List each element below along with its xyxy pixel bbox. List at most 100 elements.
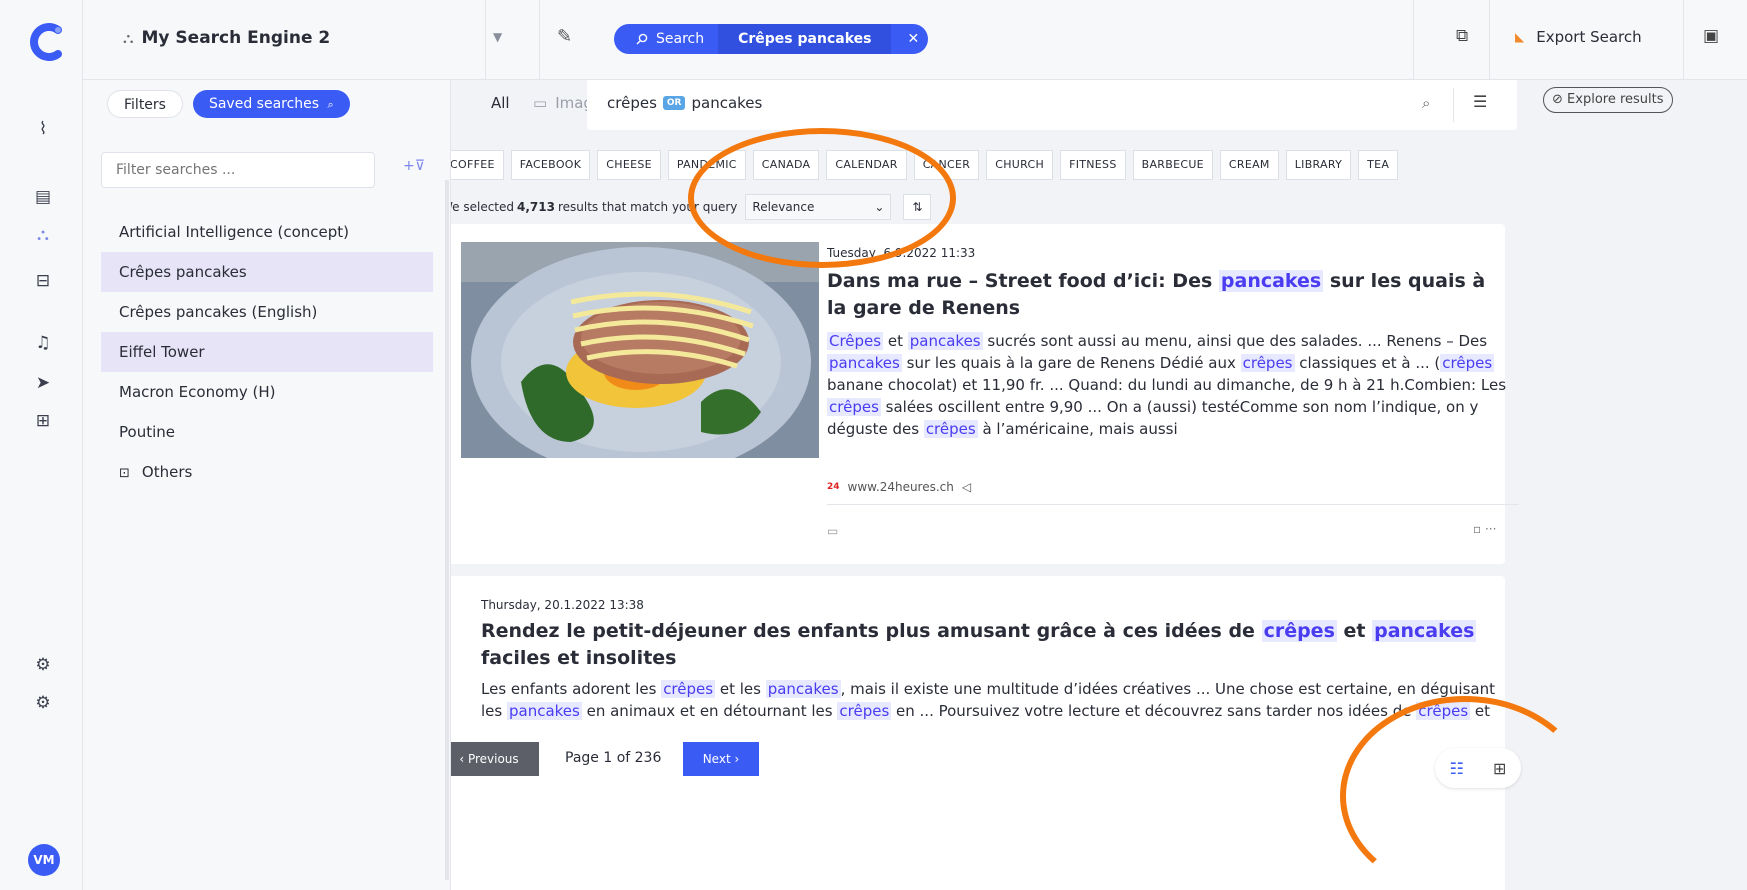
query-text[interactable]: crêpes OR pancakes (607, 94, 762, 112)
top-bar: ⛬ My Search Engine 2 ▼ ✎ Search Crêpes pa… (83, 0, 1747, 80)
activity-icon[interactable]: ⌇ (30, 116, 56, 142)
tab-saved-searches[interactable]: Saved searches ⌕ (192, 90, 350, 118)
count-suffix: results that match your query (557, 200, 738, 214)
snippet-text: et (883, 332, 908, 350)
tab-filters[interactable]: Filters (107, 90, 183, 118)
source-favicon: 24 (827, 482, 840, 492)
saved-search-item[interactable]: Poutine (101, 412, 433, 452)
filter-searches-input[interactable] (101, 152, 375, 188)
sidebar-scrollbar[interactable] (445, 180, 449, 880)
snippet-text: et les (715, 680, 766, 698)
topic-chips: COFFEE FACEBOOK CHEESE PANDEMIC CANADA C… (451, 150, 1399, 180)
tab-saved-label: Saved searches (208, 96, 320, 112)
query-operator-badge[interactable]: OR (662, 96, 686, 110)
save-icon[interactable]: ▣ (1703, 26, 1719, 46)
topic-chip[interactable]: CHURCH (986, 150, 1054, 180)
saved-search-item[interactable]: Macron Economy (H) (101, 372, 433, 412)
next-page-button[interactable]: Next › (683, 742, 759, 776)
settings-icon[interactable]: ⚙ (30, 652, 56, 678)
search-icon (636, 33, 648, 45)
list-view-icon[interactable]: ☷ (1450, 759, 1464, 778)
explore-icon: ⊘ (1552, 92, 1563, 107)
share-icon[interactable]: ⧉ (1456, 26, 1468, 46)
highlight-term: crêpes (1440, 354, 1495, 372)
saved-search-item[interactable]: Artificial Intelligence (concept) (101, 212, 433, 252)
sort-direction-button[interactable]: ⇅ (903, 194, 932, 220)
saved-search-folder[interactable]: ⊡ Others (101, 452, 433, 492)
engine-selector[interactable]: ⛬ My Search Engine 2 (123, 28, 330, 48)
title-text: Dans ma rue – Street food d’ici: Des (827, 270, 1219, 292)
results-panel: All ▭ Images crêpes OR pancakes ⌕ ☰ ⊘ Exp… (451, 80, 1747, 890)
topic-chip[interactable]: CANADA (752, 150, 820, 180)
result-title[interactable]: Rendez le petit-déjeuner des enfants plu… (481, 618, 1501, 672)
snippet-text: à l’américaine, mais aussi (977, 420, 1178, 438)
archive-icon[interactable]: ⊟ (30, 268, 56, 294)
settings-alt-icon[interactable]: ⚙ (30, 690, 56, 716)
highlight-term: pancakes (765, 680, 841, 698)
export-label: Export Search (1536, 28, 1642, 46)
result-snippet: Les enfants adorent les crêpes et les pa… (481, 678, 1501, 722)
search-pill-term[interactable]: Crêpes pancakes (718, 24, 892, 54)
close-icon[interactable]: ✕ (891, 31, 919, 47)
topic-chip[interactable]: BARBECUE (1132, 150, 1213, 180)
topic-chip[interactable]: TEA (1358, 150, 1399, 180)
add-saved-search-icon[interactable]: +⊽ (403, 158, 425, 174)
engine-icon: ⛬ (123, 29, 134, 47)
result-title[interactable]: Dans ma rue – Street food d’ici: Des pan… (827, 268, 1503, 322)
saved-search-item[interactable]: Crêpes pancakes (English) (101, 292, 433, 332)
topic-chip[interactable]: LIBRARY (1285, 150, 1352, 180)
result-source[interactable]: 24 www.24heures.ch ◁ (827, 480, 971, 494)
source-domain[interactable]: www.24heures.ch (848, 480, 954, 494)
topic-chip[interactable]: CREAM (1219, 150, 1279, 180)
icon-rail: ⌇ ▤ ⛬ ⊟ ♫ ➤ ⊞ ⚙ ⚙ VM (0, 0, 83, 890)
topic-chip[interactable]: FACEBOOK (510, 150, 591, 180)
saved-search-item[interactable]: Crêpes pancakes (101, 252, 433, 292)
topic-chip[interactable]: FITNESS (1060, 150, 1126, 180)
search-pill-label[interactable]: Search (614, 31, 718, 47)
title-text: faciles et insolites (481, 647, 677, 669)
grid-icon[interactable]: ⊞ (30, 408, 56, 434)
logo-icon[interactable] (28, 22, 64, 62)
result-thumbnail[interactable] (461, 242, 819, 458)
search-engine-icon[interactable]: ⛬ (30, 222, 56, 248)
explore-label: Explore results (1567, 92, 1664, 107)
grid-view-icon[interactable]: ⊞ (1493, 759, 1506, 778)
highlight-term: pancakes (1372, 620, 1477, 642)
chevron-down-icon[interactable]: ▼ (493, 30, 502, 44)
highlight-term: Crêpes (827, 332, 884, 350)
edit-icon[interactable]: ✎ (557, 26, 572, 47)
snippet-text: et (1470, 702, 1491, 720)
saved-search-item[interactable]: Eiffel Tower (101, 332, 433, 372)
search-query-box[interactable]: crêpes OR pancakes ⌕ ☰ (587, 80, 1517, 130)
export-search-button[interactable]: ◣ Export Search (1515, 28, 1642, 46)
calendar-icon[interactable]: ▭ (827, 524, 838, 538)
search-icon[interactable]: ⌕ (1422, 94, 1430, 112)
sidebar-tabs: Filters Saved searches ⌕ (107, 90, 350, 118)
layers-icon[interactable]: ▤ (30, 184, 56, 210)
tab-all[interactable]: All (491, 94, 510, 112)
divider (827, 504, 1519, 505)
bell-icon[interactable]: ♫ (30, 330, 56, 356)
speaker-icon[interactable]: ◁ (962, 480, 971, 494)
topic-chip[interactable]: CHEESE (597, 150, 661, 180)
send-icon[interactable]: ➤ (30, 370, 56, 396)
sliders-icon[interactable]: ☰ (1473, 92, 1487, 111)
snippet-text: classiques et à ... ( (1294, 354, 1441, 372)
avatar[interactable]: VM (28, 844, 60, 876)
topic-chip[interactable]: COFFEE (451, 150, 504, 180)
topic-chip[interactable]: CANCER (913, 150, 980, 180)
topic-chip[interactable]: CALENDAR (826, 150, 907, 180)
pagination: ‹ Previous Page 1 of 236 Next › (451, 742, 1747, 802)
more-options-icon[interactable]: ▫ ··· (1473, 522, 1496, 536)
divider (485, 0, 486, 80)
result-card[interactable]: Thursday, 20.1.2022 13:38 Rendez le peti… (451, 576, 1505, 890)
result-card[interactable]: Tuesday, 6.9.2022 11:33 Dans ma rue – St… (451, 224, 1519, 564)
topic-chip[interactable]: PANDEMIC (667, 150, 746, 180)
sort-select[interactable]: Relevance ⌄ (745, 194, 892, 220)
explore-results-button[interactable]: ⊘ Explore results (1543, 87, 1673, 113)
search-icon: ⌕ (327, 98, 334, 111)
previous-page-button[interactable]: ‹ Previous (451, 742, 539, 776)
highlight-term: crêpes (661, 680, 716, 698)
search-pill[interactable]: Search Crêpes pancakes ✕ (614, 24, 928, 54)
snippet-text: Les enfants adorent les (481, 680, 662, 698)
